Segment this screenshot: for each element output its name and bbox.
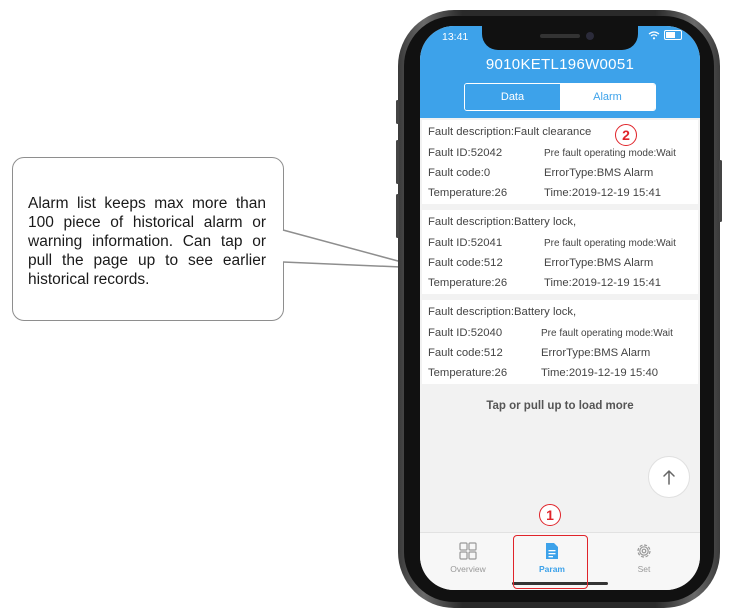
phone-volume-up [396, 140, 399, 184]
phone-silent-switch [396, 100, 399, 124]
pre-fault-mode: Pre fault operating mode:Wait [541, 328, 673, 339]
load-more-link[interactable]: Tap or pull up to load more [420, 400, 700, 412]
phone-volume-down [396, 194, 399, 238]
fault-code: Fault code:512 [428, 257, 503, 269]
fault-description: Fault description:Battery lock, [428, 306, 577, 318]
phone-screen: 13:41 9010KETL196W0051 Data Alarm Fault … [420, 26, 700, 590]
fault-code: Fault code:0 [428, 167, 491, 179]
fault-code: Fault code:512 [428, 347, 503, 359]
annotation-highlight-box [513, 535, 588, 589]
grid-icon [459, 542, 477, 560]
speaker-grille [540, 34, 580, 38]
annotation-marker-2: 2 [615, 124, 637, 146]
tab-alarm[interactable]: Alarm [560, 84, 655, 110]
fault-id: Fault ID:52042 [428, 147, 503, 159]
error-type: ErrorType:BMS Alarm [541, 347, 651, 359]
fault-description: Fault description:Battery lock, [428, 216, 577, 228]
fault-id: Fault ID:52041 [428, 237, 503, 249]
nav-overview-label: Overview [450, 564, 486, 574]
alarm-time: Time:2019-12-19 15:40 [541, 367, 659, 379]
alarm-time: Time:2019-12-19 15:41 [544, 277, 662, 289]
phone-notch [482, 26, 638, 50]
wifi-icon [648, 30, 660, 39]
device-id-title: 9010KETL196W0051 [485, 56, 635, 73]
error-type: ErrorType:BMS Alarm [544, 257, 654, 269]
battery-icon [664, 30, 682, 40]
fault-id: Fault ID:52040 [428, 327, 503, 339]
pre-fault-mode: Pre fault operating mode:Wait [544, 148, 676, 159]
gear-icon [637, 544, 651, 558]
fault-description: Fault description:Fault clearance [428, 126, 592, 138]
status-icons [648, 30, 682, 40]
temperature: Temperature:26 [428, 277, 508, 289]
pre-fault-mode: Pre fault operating mode:Wait [544, 238, 676, 249]
tab-data[interactable]: Data [465, 84, 560, 110]
front-camera [586, 32, 594, 40]
alarm-item[interactable]: Fault description:Battery lock, Fault ID… [422, 300, 698, 384]
tab-bar: Data Alarm [464, 83, 656, 111]
alarm-item[interactable]: Fault description:Fault clearance Fault … [422, 120, 698, 204]
phone-power-button [719, 160, 722, 222]
temperature: Temperature:26 [428, 187, 508, 199]
nav-set-label: Set [637, 564, 651, 574]
nav-overview[interactable]: Overview [438, 541, 498, 574]
alarm-item[interactable]: Fault description:Battery lock, Fault ID… [422, 210, 698, 294]
nav-set[interactable]: Set [614, 541, 674, 574]
callout-text: Alarm list keeps max more than 100 piece… [28, 195, 266, 288]
annotation-marker-1: 1 [539, 504, 561, 526]
scroll-to-top-button[interactable] [648, 456, 690, 498]
status-time: 13:41 [442, 31, 469, 43]
alarm-time: Time:2019-12-19 15:41 [544, 187, 662, 199]
temperature: Temperature:26 [428, 367, 508, 379]
arrow-up-icon [663, 469, 675, 485]
error-type: ErrorType:BMS Alarm [544, 167, 654, 179]
